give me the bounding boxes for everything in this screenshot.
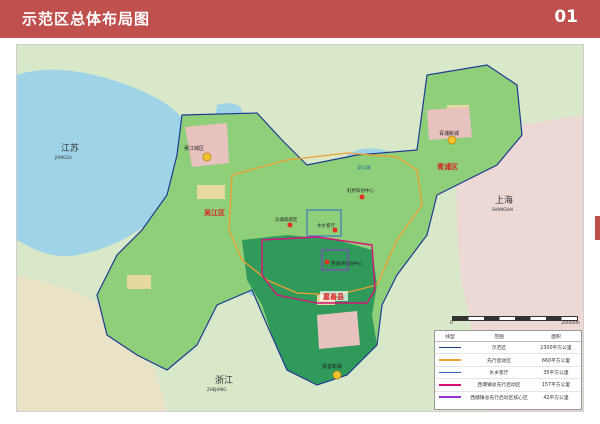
label-zhejiang-en: ZHEJIANG	[207, 387, 226, 392]
label-xitang: 西塘湾科创中心	[331, 260, 363, 267]
legend-row-name: 西塘镇总先行启动区	[477, 383, 521, 389]
legend-line-icon	[439, 346, 461, 349]
legend-row: 水乡客厅 35平方公里	[435, 367, 581, 380]
legend-head-area: 面积	[551, 334, 561, 340]
legend-line-icon	[439, 359, 461, 361]
label-shuixiang: 水乡客厅	[317, 222, 335, 229]
legend-head-name: 范围	[494, 334, 504, 340]
label-wujiang-district: 吴江区	[204, 208, 225, 217]
label-qingpu-district: 青浦区	[437, 162, 458, 171]
legend-row-area: 2300平方公里	[540, 346, 572, 352]
scale-bar: 0 20000m	[450, 312, 580, 326]
scale-zero: 0	[450, 321, 453, 326]
scale-bar-graphic	[452, 316, 578, 321]
label-qingpu-city: 青浦新城	[439, 130, 459, 137]
legend-row-area: 42平方公里	[543, 395, 569, 401]
farmland-patch-3	[127, 275, 151, 289]
label-wujiang-city: 吴江城区	[184, 145, 204, 152]
qingpu-city-marker	[447, 135, 457, 145]
legend-row: 西塘镇总先行启动区 157平方公里	[435, 379, 581, 392]
label-jiashan-district: 嘉善县	[322, 292, 344, 301]
scale-max: 20000m	[561, 321, 580, 326]
legend-line-icon	[439, 371, 461, 374]
title-bar: 示范区总体布局图 01	[0, 0, 600, 38]
label-fenhu: 汾湖高新区	[275, 216, 298, 223]
legend-row-area: 157平方公里	[541, 383, 571, 389]
label-shanghai-en: SHANGHAI	[492, 207, 513, 212]
label-jiangsu: 江苏	[61, 142, 79, 154]
label-dianshan-lake: 淀山湖	[357, 164, 371, 171]
legend-row: 先行启动区 660平方公里	[435, 354, 581, 367]
fenhu-marker	[287, 222, 293, 228]
legend-row-area: 660平方公里	[541, 358, 571, 364]
legend-row-area: 35平方公里	[543, 370, 569, 376]
label-shanghai: 上海	[495, 194, 513, 206]
legend-row: 西塘镇总先行启动区核心区 42平方公里	[435, 392, 581, 403]
hongqiao-marker	[359, 194, 365, 200]
farmland-patch-1	[197, 185, 225, 199]
legend-row-name: 水乡客厅	[489, 370, 509, 376]
legend-row-name: 示范区	[491, 346, 507, 352]
map-legend: 线型 范围 面积 示范区 2300平方公里 先行启动区 660平方公里 水乡客厅…	[434, 330, 582, 410]
legend-line-icon	[439, 396, 461, 399]
legend-row-name: 先行启动区	[487, 358, 511, 364]
page-number: 01	[554, 7, 578, 27]
wujiang-city-marker	[202, 152, 212, 162]
xitang-marker	[324, 259, 330, 265]
jiashan-city-marker	[332, 370, 342, 380]
legend-head-symbol: 线型	[445, 334, 455, 340]
side-tab-marker	[595, 216, 600, 240]
legend-line-icon	[439, 384, 461, 386]
legend-header: 线型 范围 面积	[435, 331, 581, 342]
label-jiashan-city: 嘉善新城	[322, 363, 342, 370]
label-jiangsu-en: JIANGSU	[54, 155, 72, 160]
jiashan-city-area	[317, 311, 360, 349]
label-zhejiang: 浙江	[215, 374, 233, 386]
legend-row-name: 西塘镇总先行启动区核心区	[470, 395, 528, 401]
legend-row: 示范区 2300平方公里	[435, 342, 581, 355]
page-title: 示范区总体布局图	[22, 10, 151, 28]
label-hongqiao: 虹桥科创中心	[347, 187, 374, 194]
